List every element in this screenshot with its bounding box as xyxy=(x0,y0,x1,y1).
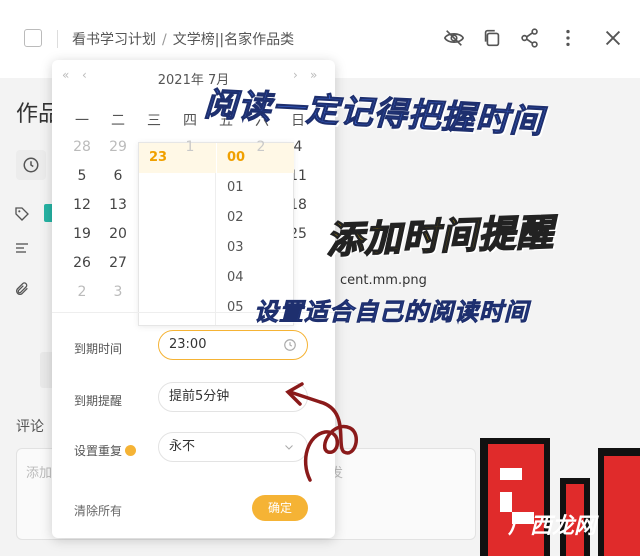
minute-option[interactable]: 03 xyxy=(217,233,294,263)
tag-chip[interactable] xyxy=(44,204,52,222)
copy-icon[interactable] xyxy=(481,27,503,49)
premium-badge-icon xyxy=(125,445,137,456)
overlay-caption-3: 设置适合自己的阅读时间 xyxy=(254,298,529,327)
comment-heading: 评论 xyxy=(16,419,44,435)
due-time-input[interactable]: 23:00 xyxy=(158,330,308,360)
due-time-value: 23:00 xyxy=(169,337,207,352)
breadcrumb-separator: / xyxy=(162,32,167,48)
reminder-label: 到期提醒 xyxy=(74,394,123,408)
calendar-day[interactable]: 26 xyxy=(64,255,100,271)
minute-option[interactable]: 04 xyxy=(217,263,294,293)
eye-off-icon[interactable] xyxy=(443,27,465,49)
overlay-caption-2: 添加时间提醒 xyxy=(325,210,556,262)
minute-option[interactable]: 01 xyxy=(217,173,294,203)
tag-icon[interactable] xyxy=(14,206,30,222)
time-peek-hour: 1 xyxy=(185,139,195,155)
next-year-button[interactable]: » xyxy=(310,68,317,82)
minute-option[interactable]: 02 xyxy=(217,203,294,233)
breadcrumb-project[interactable]: 看书学习计划 xyxy=(72,32,156,48)
calendar-day[interactable]: 5 xyxy=(64,168,100,184)
calendar-day[interactable]: 29 xyxy=(100,139,136,155)
due-date-button[interactable] xyxy=(16,150,46,180)
calendar-day[interactable]: 6 xyxy=(100,168,136,184)
comment-placeholder: 添加 xyxy=(26,466,53,481)
due-time-label: 到期时间 xyxy=(74,342,123,356)
hour-column[interactable]: 23 xyxy=(139,143,216,325)
hand-drawn-arrow-icon xyxy=(285,382,359,482)
task-complete-checkbox[interactable] xyxy=(24,29,42,47)
time-peek-minute: 2 xyxy=(256,139,266,155)
calendar-day[interactable]: 12 xyxy=(64,197,100,213)
repeat-label-wrap: 设置重复 xyxy=(74,442,137,459)
weekday-label: 一 xyxy=(75,113,89,129)
calendar-day[interactable]: 28 xyxy=(64,139,100,155)
weekday-label: 二 xyxy=(111,113,125,129)
breadcrumb-list[interactable]: 文学榜||名家作品类 xyxy=(173,32,294,48)
repeat-value: 永不 xyxy=(169,439,196,454)
confirm-button[interactable]: 确定 xyxy=(252,495,308,521)
reminder-value: 提前5分钟 xyxy=(169,389,230,404)
share-icon[interactable] xyxy=(519,27,541,49)
calendar-day[interactable]: 19 xyxy=(64,226,100,242)
description-icon xyxy=(16,243,28,253)
breadcrumb: 看书学习计划 / 文学榜||名家作品类 xyxy=(72,29,294,49)
more-icon[interactable] xyxy=(557,27,579,49)
calendar-day[interactable]: 2 xyxy=(64,284,100,300)
calendar-day[interactable]: 20 xyxy=(100,226,136,242)
calendar-day[interactable]: 3 xyxy=(100,284,136,300)
attachment-icon[interactable] xyxy=(14,281,30,297)
header-divider xyxy=(57,30,58,48)
clear-all-button[interactable]: 清除所有 xyxy=(74,502,122,519)
calendar-day[interactable]: 13 xyxy=(100,197,136,213)
attachment-filename[interactable]: cent.mm.png xyxy=(340,273,427,288)
repeat-label: 设置重复 xyxy=(74,444,123,458)
clock-icon xyxy=(23,157,39,173)
next-month-button[interactable]: › xyxy=(293,68,298,82)
clock-icon xyxy=(284,339,296,351)
calendar-day[interactable]: 27 xyxy=(100,255,136,271)
close-icon[interactable] xyxy=(602,27,624,49)
weekday-label: 三 xyxy=(147,113,161,129)
watermark-text: 广西龙网 xyxy=(508,514,597,539)
